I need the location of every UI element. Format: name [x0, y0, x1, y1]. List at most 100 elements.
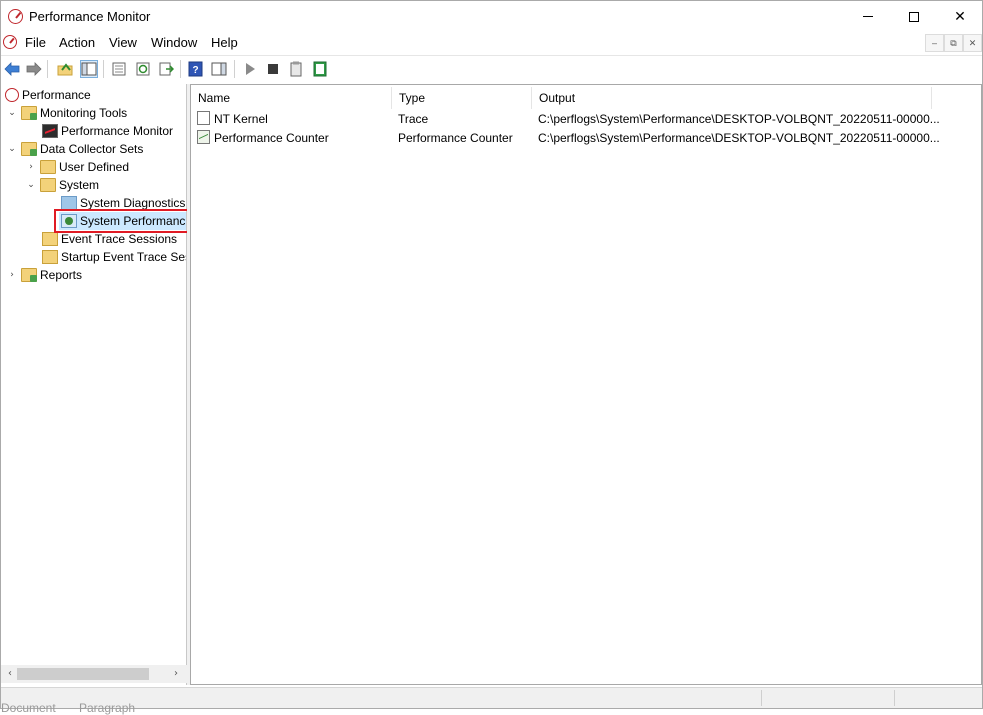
tree-item-system-performance[interactable]: System Performanc — [59, 212, 186, 230]
tree-item-performance[interactable]: Performance — [5, 86, 91, 104]
chevron-right-icon[interactable]: › — [7, 270, 17, 280]
background-text-document: Document — [1, 701, 56, 715]
tree-label: Performance Monitor — [61, 124, 174, 138]
menu-action[interactable]: Action — [59, 35, 95, 50]
chevron-right-icon[interactable]: › — [26, 162, 36, 172]
up-folder-icon — [57, 63, 73, 76]
tree-label: Startup Event Trace Sess — [61, 250, 187, 264]
tree-label: Monitoring Tools — [40, 106, 128, 120]
back-icon — [4, 62, 20, 76]
list-row[interactable]: NT Kernel Trace C:\perflogs\System\Perfo… — [195, 110, 975, 128]
stop-button[interactable] — [264, 60, 282, 78]
start-button[interactable] — [241, 60, 259, 78]
column-header-output[interactable]: Output — [532, 87, 932, 109]
background-text-paragraph: Paragraph — [79, 701, 136, 715]
tree-label: Data Collector Sets — [40, 142, 144, 156]
tree-item-event-trace-sessions[interactable]: Event Trace Sessions — [42, 230, 177, 248]
show-hide-tree-button[interactable] — [80, 60, 98, 78]
report-icon — [290, 61, 302, 77]
menu-bar: File Action View Window Help – ⧉ ✕ — [1, 32, 982, 54]
show-hide-action-pane-button[interactable] — [210, 60, 228, 78]
tree-item-data-collector-sets[interactable]: ⌄ Data Collector Sets — [7, 140, 143, 158]
scroll-left-icon[interactable]: ‹ — [3, 667, 17, 681]
event-trace-folder-icon — [42, 232, 58, 246]
tree-item-reports[interactable]: › Reports — [7, 266, 82, 284]
title-bar[interactable]: Performance Monitor ✕ — [1, 1, 982, 32]
export-list-button[interactable] — [157, 60, 175, 78]
column-label: Output — [539, 91, 576, 105]
menu-window[interactable]: Window — [151, 35, 197, 50]
tree-label: System Performanc — [80, 214, 186, 228]
row-type: Trace — [398, 112, 429, 126]
performance-icon — [5, 88, 19, 102]
tree-item-performance-monitor[interactable]: Performance Monitor — [42, 122, 173, 140]
show-hide-action-pane-icon — [211, 62, 227, 76]
startup-trace-folder-icon — [42, 250, 58, 264]
tree-label: User Defined — [59, 160, 130, 174]
trace-file-icon — [197, 111, 210, 125]
stop-icon — [268, 64, 278, 74]
tree-item-user-defined[interactable]: › User Defined — [26, 158, 129, 176]
status-bar — [1, 687, 982, 708]
forward-icon — [26, 62, 42, 76]
data-collector-sets-folder-icon — [21, 142, 37, 156]
running-collector-set-icon — [61, 214, 77, 228]
tree-item-system-diagnostics[interactable]: System Diagnostics — [61, 194, 185, 212]
up-folder-button[interactable] — [56, 60, 74, 78]
refresh-button[interactable] — [134, 60, 152, 78]
properties-icon — [112, 62, 126, 76]
performance-monitor-app-icon — [8, 9, 23, 24]
mdi-minimize-button[interactable]: – — [925, 34, 944, 52]
result-list: Name Type Output NT Kernel Trace C:\perf… — [190, 84, 982, 685]
forward-button[interactable] — [25, 60, 43, 78]
performance-monitor-window: Performance Monitor ✕ File Action View W… — [0, 0, 983, 715]
mdi-close-icon: ✕ — [968, 37, 977, 48]
toolbar-separator — [103, 60, 104, 78]
report-button[interactable] — [287, 60, 305, 78]
chevron-down-icon[interactable]: ⌄ — [26, 180, 36, 190]
window-title: Performance Monitor — [29, 9, 151, 24]
minimize-button[interactable] — [845, 1, 891, 32]
column-label: Name — [198, 91, 231, 105]
menu-help[interactable]: Help — [211, 35, 238, 50]
column-header-name[interactable]: Name — [191, 87, 392, 109]
tree-item-startup-event-trace[interactable]: Startup Event Trace Sess — [42, 248, 187, 266]
scroll-right-icon[interactable]: › — [169, 667, 183, 681]
reports-folder-icon — [21, 268, 37, 282]
menu-file[interactable]: File — [25, 35, 46, 50]
system-menu-icon[interactable] — [3, 35, 17, 49]
scrollbar-thumb[interactable] — [17, 668, 149, 680]
tree-item-system[interactable]: ⌄ System — [26, 176, 99, 194]
help-button[interactable]: ? — [187, 60, 205, 78]
list-row[interactable]: Performance Counter Performance Counter … — [195, 129, 975, 147]
toolbar-separator — [234, 60, 235, 78]
column-label: Type — [399, 91, 426, 105]
tree-item-monitoring-tools[interactable]: ⌄ Monitoring Tools — [7, 104, 127, 122]
toolbar: ? — [1, 55, 982, 81]
properties-button[interactable] — [110, 60, 128, 78]
row-output: C:\perflogs\System\Performance\DESKTOP-V… — [538, 112, 940, 126]
row-type: Performance Counter — [398, 131, 513, 145]
mdi-restore-button[interactable]: ⧉ — [944, 34, 963, 52]
close-button[interactable]: ✕ — [937, 1, 983, 32]
row-output: C:\perflogs\System\Performance\DESKTOP-V… — [538, 131, 940, 145]
maximize-button[interactable] — [891, 1, 937, 32]
column-header-type[interactable]: Type — [392, 87, 532, 109]
latest-report-icon — [313, 61, 327, 77]
system-folder-icon — [40, 178, 56, 192]
chevron-down-icon[interactable]: ⌄ — [7, 144, 17, 154]
minimize-icon — [863, 16, 873, 17]
help-icon: ? — [188, 61, 203, 77]
mdi-minimize-icon: – — [931, 38, 937, 48]
mdi-close-button[interactable]: ✕ — [963, 34, 982, 52]
latest-report-button[interactable] — [311, 60, 329, 78]
console-tree: Performance ⌄ Monitoring Tools Performan… — [1, 84, 187, 685]
menu-view[interactable]: View — [109, 35, 137, 50]
svg-text:?: ? — [192, 65, 198, 76]
export-list-icon — [159, 62, 174, 76]
back-button[interactable] — [3, 60, 21, 78]
monitoring-tools-folder-icon — [21, 106, 37, 120]
toolbar-separator — [47, 60, 48, 78]
tree-horizontal-scrollbar[interactable]: ‹ › — [1, 665, 187, 683]
chevron-down-icon[interactable]: ⌄ — [7, 108, 17, 118]
